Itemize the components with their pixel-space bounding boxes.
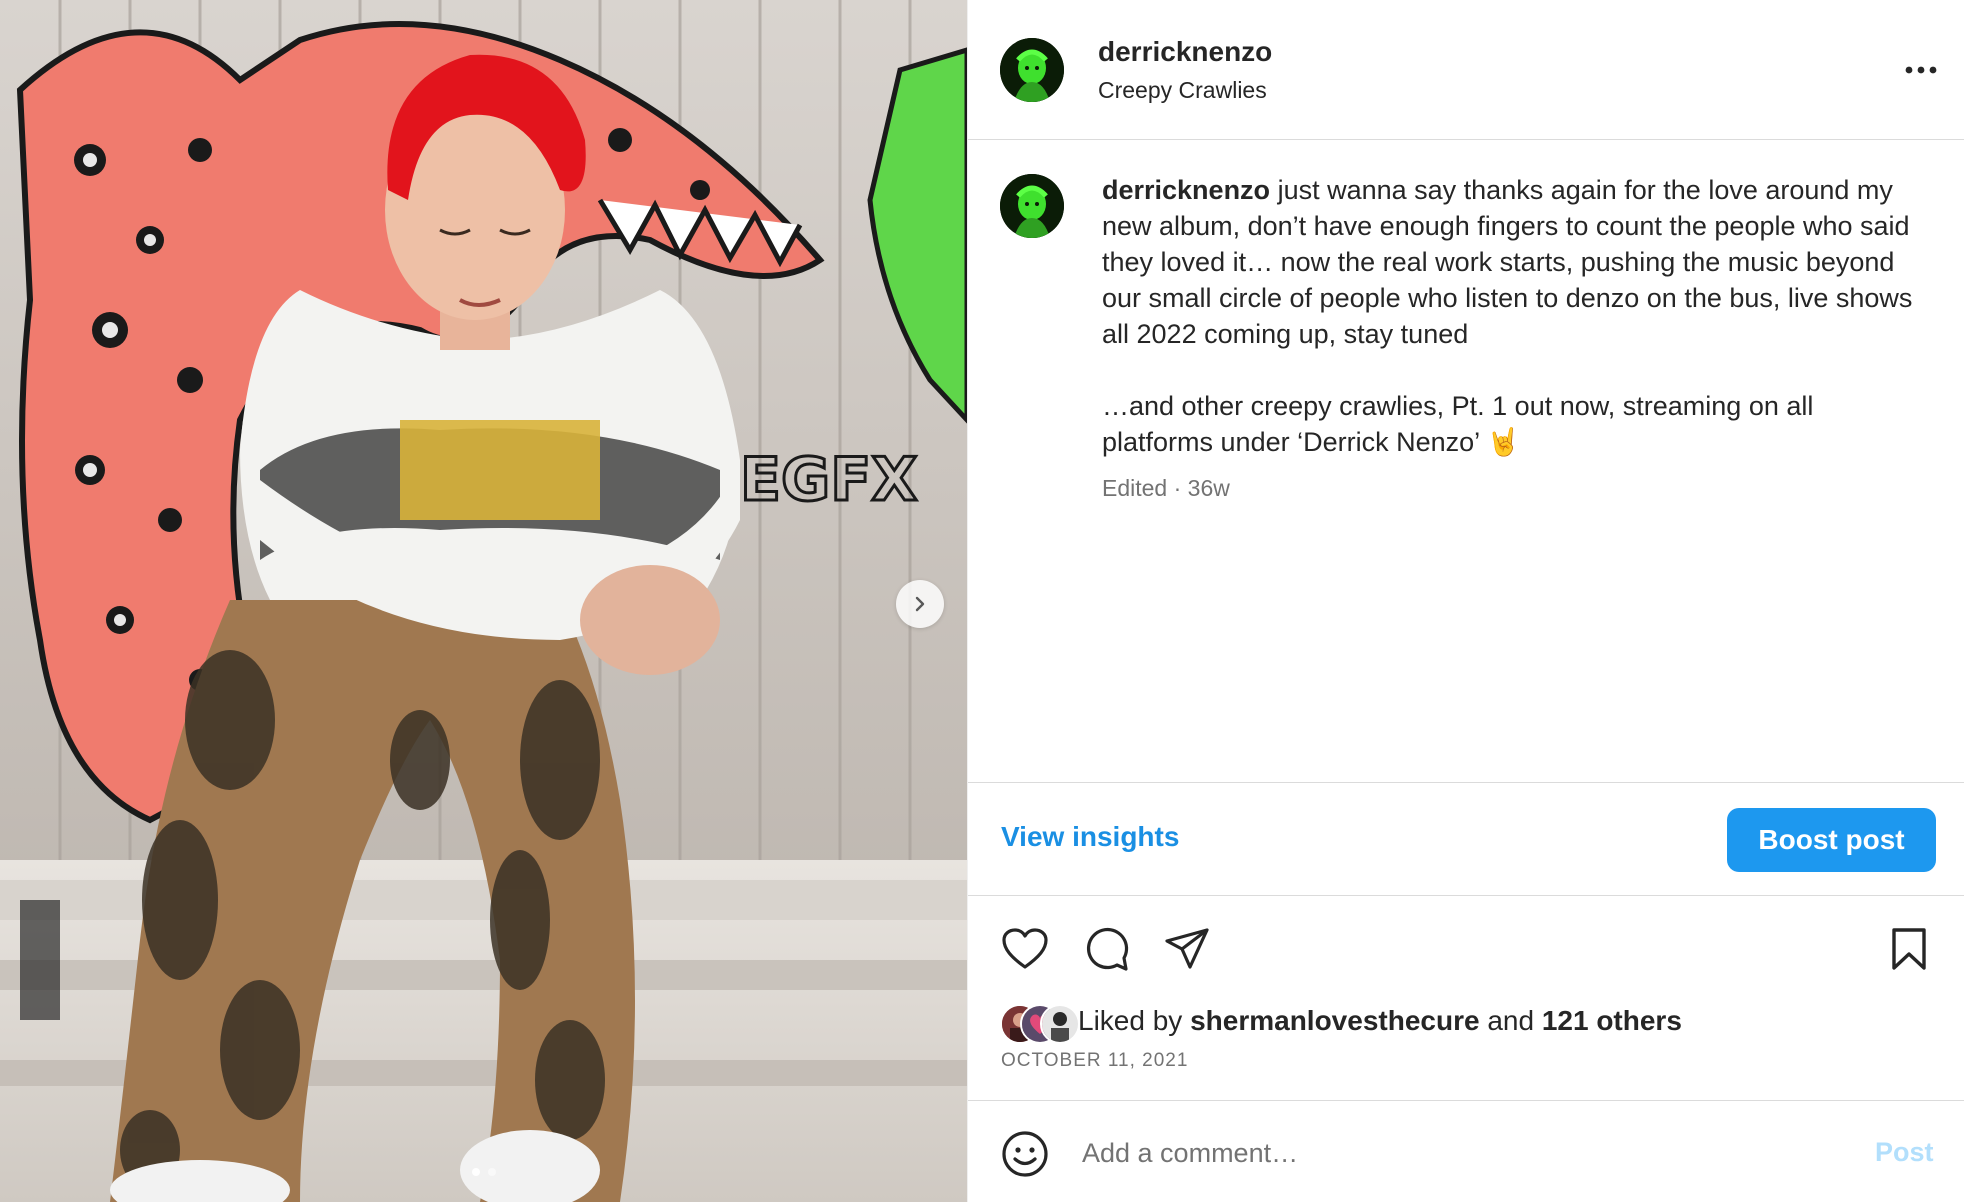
carousel-indicator <box>0 1168 967 1176</box>
caption-meta: Edited · 36w <box>1102 475 1230 501</box>
post-details-panel: derricknenzo Creepy Crawlies derricknenz… <box>967 0 1964 1202</box>
insights-bar: View insights Boost post <box>968 782 1964 896</box>
liked-by-username[interactable]: shermanlovesthecure <box>1190 1005 1479 1036</box>
likes-count-link[interactable]: 121 others <box>1542 1005 1682 1036</box>
comment-input[interactable] <box>1080 1129 1784 1177</box>
chevron-right-icon <box>915 596 925 612</box>
carousel-dot <box>487 1168 496 1176</box>
post-comment-button[interactable]: Post <box>1875 1137 1934 1168</box>
post-photo: EGFX <box>0 0 967 1202</box>
view-insights-link[interactable]: View insights <box>1001 821 1179 853</box>
like-button[interactable] <box>1000 924 1050 974</box>
likes-summary: Liked by shermanlovesthecure and 121 oth… <box>968 996 1964 1046</box>
share-button[interactable] <box>1162 924 1212 974</box>
post-header: derricknenzo Creepy Crawlies <box>968 0 1964 140</box>
comment-button[interactable] <box>1082 924 1132 974</box>
caption-body: just wanna say thanks again for the love… <box>1102 175 1913 457</box>
liker-avatar <box>1040 1004 1080 1044</box>
carousel-dot-active <box>471 1168 480 1176</box>
caption-text: derricknenzo just wanna say thanks again… <box>1102 172 1922 460</box>
boost-post-button[interactable]: Boost post <box>1727 808 1936 872</box>
instagram-post: EGFX derricknenzo Creepy Crawlies derric… <box>0 0 1964 1202</box>
more-horizontal-icon <box>1905 66 1937 74</box>
likes-prefix: Liked by <box>1078 1005 1191 1036</box>
heart-icon <box>1002 928 1048 969</box>
save-button[interactable] <box>1884 924 1934 974</box>
post-actions <box>968 896 1964 996</box>
send-icon <box>1165 928 1209 969</box>
caption-section: derricknenzo just wanna say thanks again… <box>968 140 1964 782</box>
author-avatar[interactable] <box>1000 38 1064 102</box>
bookmark-icon <box>1892 928 1926 970</box>
post-media: EGFX <box>0 0 967 1202</box>
liker-avatars[interactable] <box>1000 1004 1080 1044</box>
comment-icon <box>1086 927 1129 971</box>
more-options-button[interactable] <box>1896 50 1946 90</box>
author-username[interactable]: derricknenzo <box>1098 36 1272 68</box>
post-audio-title[interactable]: Creepy Crawlies <box>1098 77 1267 104</box>
post-date[interactable]: OCTOBER 11, 2021 <box>1001 1050 1188 1072</box>
comment-bar: Post <box>968 1100 1964 1202</box>
caption-username[interactable]: derricknenzo <box>1102 175 1270 205</box>
likes-middle: and <box>1479 1005 1542 1036</box>
likes-text: Liked by shermanlovesthecure and 121 oth… <box>1078 1005 1682 1037</box>
caption-author-avatar[interactable] <box>1000 174 1064 238</box>
emoji-button[interactable] <box>1000 1129 1050 1179</box>
svg-text:EGFX: EGFX <box>740 445 917 515</box>
emoji-icon <box>1002 1131 1048 1177</box>
next-slide-button[interactable] <box>896 580 944 628</box>
